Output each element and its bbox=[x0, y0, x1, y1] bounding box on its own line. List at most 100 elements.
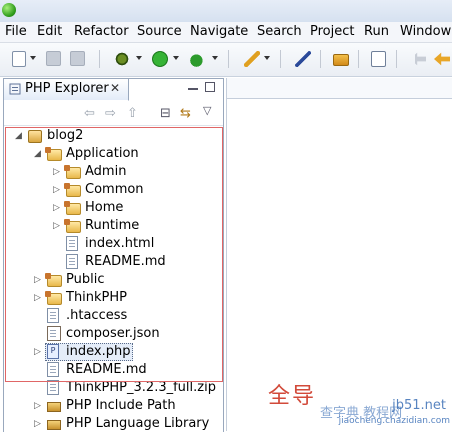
tree-item[interactable]: ▷ Public bbox=[4, 271, 223, 289]
tree-item-label: ThinkPHP_3.2.3_full.zip bbox=[66, 380, 216, 395]
menu-file[interactable]: File bbox=[5, 24, 27, 39]
tree-item-label: Runtime bbox=[85, 218, 140, 233]
tab-php-explorer[interactable]: PHP Explorer ✕ bbox=[4, 79, 129, 101]
file-icon bbox=[66, 254, 78, 269]
tree-item-label: .htaccess bbox=[66, 308, 128, 323]
watermark-main-text: jb51.net bbox=[392, 398, 446, 413]
collapsed-twisty-icon[interactable]: ▷ bbox=[33, 419, 42, 429]
expanded-twisty-icon[interactable]: ◢ bbox=[14, 131, 23, 141]
tree-item-label: ThinkPHP bbox=[66, 290, 128, 305]
file-lines bbox=[50, 330, 56, 331]
run-dropdown-arrow-icon[interactable] bbox=[173, 56, 179, 60]
run-icon[interactable] bbox=[152, 51, 168, 67]
tree-item[interactable]: README.md bbox=[4, 361, 223, 379]
open-type-dropdown-arrow-icon[interactable] bbox=[264, 56, 270, 60]
tree-item[interactable]: ▷ Admin bbox=[4, 163, 223, 181]
toolbar-separator bbox=[320, 50, 321, 68]
expanded-twisty-icon[interactable]: ◢ bbox=[33, 149, 42, 159]
external-tools-dropdown-arrow-icon[interactable] bbox=[212, 56, 218, 60]
collapsed-twisty-icon[interactable]: ▷ bbox=[33, 347, 42, 357]
open-type-icon[interactable] bbox=[244, 51, 260, 67]
menu-project[interactable]: Project bbox=[310, 24, 354, 39]
forward-icon[interactable] bbox=[434, 52, 450, 66]
menu-window[interactable]: Window bbox=[400, 24, 451, 39]
tree-item-label: blog2 bbox=[47, 128, 84, 143]
toolbar-separator bbox=[280, 50, 281, 68]
title-bar bbox=[0, 0, 452, 22]
package-badge-icon bbox=[64, 165, 70, 171]
view-menu-icon[interactable]: ▽ bbox=[203, 104, 211, 117]
tree-item-label: PHP Language Library bbox=[66, 416, 210, 431]
tree-item[interactable]: ▷ Runtime bbox=[4, 217, 223, 235]
watermark-sub-text: jiaocheng.chazidian.com bbox=[338, 416, 450, 426]
new-wizard-icon[interactable] bbox=[12, 51, 26, 67]
open-task-icon[interactable] bbox=[295, 51, 311, 67]
file-icon bbox=[47, 380, 59, 395]
forward-arrow-icon[interactable]: ⇨ bbox=[105, 106, 116, 121]
tree-item[interactable]: ▷ ThinkPHP bbox=[4, 289, 223, 307]
tree-item[interactable]: ThinkPHP_3.2.3_full.zip bbox=[4, 379, 223, 397]
collapsed-twisty-icon[interactable]: ▷ bbox=[33, 275, 42, 285]
menu-run[interactable]: Run bbox=[364, 24, 389, 39]
tree-item[interactable]: .htaccess bbox=[4, 307, 223, 325]
tree-item[interactable]: ◢ blog2 bbox=[4, 127, 223, 145]
file-lines bbox=[50, 384, 56, 385]
menu-navigate[interactable]: Navigate bbox=[190, 24, 248, 39]
debug-dropdown-arrow-icon[interactable] bbox=[136, 56, 142, 60]
php-explorer-view: PHP Explorer ✕ ⇦ ⇨ ⇧ ⊟ ⇆ ▽ ◢ blog2 ◢ Applic… bbox=[3, 78, 224, 432]
open-resource-icon[interactable] bbox=[333, 54, 349, 66]
menu-refactor[interactable]: Refactor bbox=[74, 24, 129, 39]
overlay-annotation-text: 全导 bbox=[268, 384, 317, 409]
link-with-editor-icon[interactable]: ⇆ bbox=[180, 106, 191, 121]
new-php-project-icon[interactable] bbox=[371, 51, 386, 67]
back-icon[interactable] bbox=[410, 52, 426, 66]
file-icon bbox=[66, 236, 78, 251]
tree-item[interactable]: ▷ PHP Include Path bbox=[4, 397, 223, 415]
php-explorer-icon bbox=[9, 83, 21, 95]
tree-item-label: README.md bbox=[85, 254, 166, 269]
menu-edit[interactable]: Edit bbox=[37, 24, 62, 39]
package-badge-icon bbox=[64, 201, 70, 207]
back-arrow-icon[interactable]: ⇦ bbox=[84, 106, 95, 121]
tree-item[interactable]: ▷ Home bbox=[4, 199, 223, 217]
file-lines bbox=[50, 312, 56, 313]
menu-search[interactable]: Search bbox=[257, 24, 302, 39]
collapsed-twisty-icon[interactable]: ▷ bbox=[33, 293, 42, 303]
collapsed-twisty-icon[interactable]: ▷ bbox=[52, 203, 61, 213]
editor-area bbox=[226, 78, 452, 431]
tree-item[interactable]: README.md bbox=[4, 253, 223, 271]
package-badge-icon bbox=[64, 183, 70, 189]
tree-item[interactable]: ◢ Application bbox=[4, 145, 223, 163]
tree-item-label: Home bbox=[85, 200, 124, 215]
external-tools-icon[interactable] bbox=[190, 51, 206, 67]
new-dropdown-arrow-icon[interactable] bbox=[30, 56, 36, 60]
minimize-icon[interactable] bbox=[188, 88, 198, 90]
view-toolbar: ⇦ ⇨ ⇧ ⊟ ⇆ ▽ bbox=[4, 101, 223, 126]
package-badge-icon bbox=[45, 291, 51, 297]
toolbar-separator bbox=[396, 50, 397, 68]
close-icon[interactable]: ✕ bbox=[110, 81, 120, 95]
eclipse-logo-icon bbox=[2, 3, 16, 17]
up-folder-icon[interactable]: ⇧ bbox=[127, 106, 138, 121]
tree-item[interactable]: ▷ Pindex.php bbox=[4, 343, 223, 361]
collapsed-twisty-icon[interactable]: ▷ bbox=[52, 167, 61, 177]
tree-item[interactable]: index.html bbox=[4, 235, 223, 253]
package-badge-icon bbox=[45, 273, 51, 279]
tree-item[interactable]: composer.json bbox=[4, 325, 223, 343]
tree-item[interactable]: ▷ PHP Language Library bbox=[4, 415, 223, 433]
menu-source[interactable]: Source bbox=[137, 24, 182, 39]
maximize-icon[interactable] bbox=[205, 82, 215, 92]
collapsed-twisty-icon[interactable]: ▷ bbox=[33, 401, 42, 411]
package-folder-icon bbox=[45, 147, 62, 161]
tree-item-label: PHP Include Path bbox=[66, 398, 176, 413]
library-icon bbox=[47, 402, 61, 412]
tree-item-label: Public bbox=[66, 272, 105, 287]
collapsed-twisty-icon[interactable]: ▷ bbox=[52, 221, 61, 231]
save-all-icon[interactable] bbox=[70, 51, 85, 66]
collapsed-twisty-icon[interactable]: ▷ bbox=[52, 185, 61, 195]
tree-item[interactable]: ▷ Common bbox=[4, 181, 223, 199]
save-icon[interactable] bbox=[46, 51, 61, 66]
debug-icon[interactable] bbox=[114, 51, 130, 67]
collapse-all-icon[interactable]: ⊟ bbox=[160, 106, 171, 121]
tab-label: PHP Explorer bbox=[25, 81, 109, 96]
